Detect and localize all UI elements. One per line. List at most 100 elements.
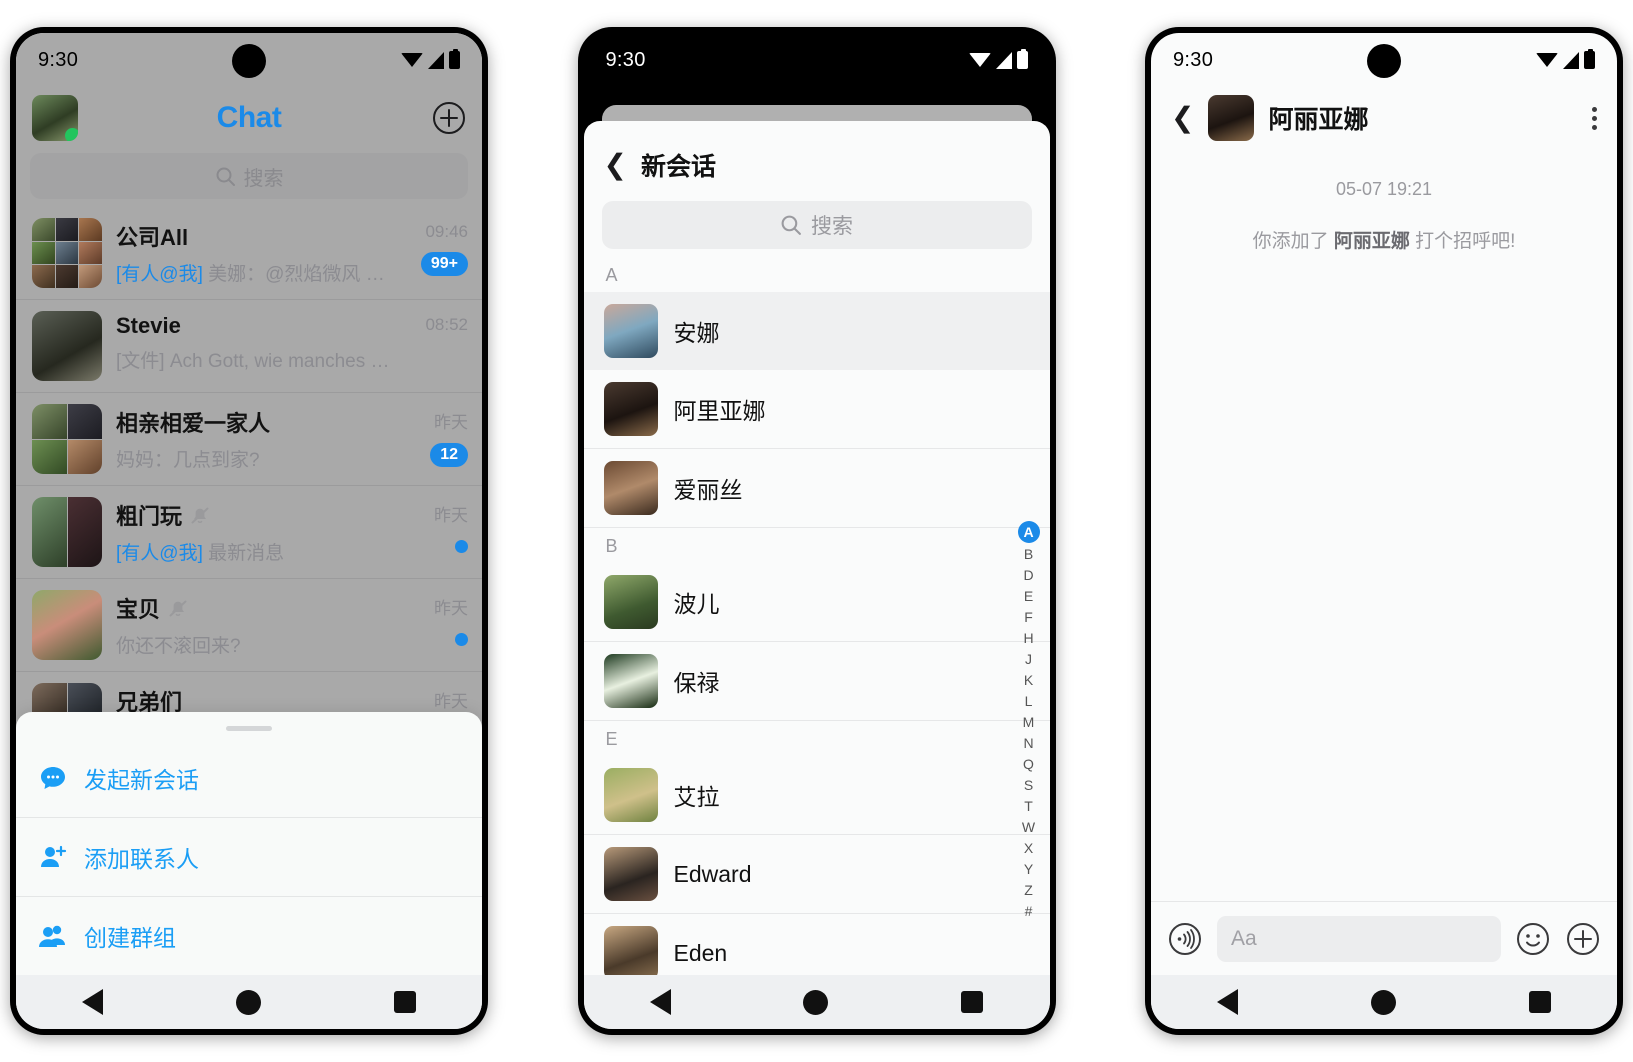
index-letter[interactable]: J <box>1018 650 1040 669</box>
chat-meta: 昨天 <box>410 497 468 558</box>
index-letter[interactable]: W <box>1018 818 1040 837</box>
wifi-icon <box>401 53 423 67</box>
sheet-item-new-chat[interactable]: 发起新会话 <box>16 739 482 817</box>
home-circle-icon[interactable] <box>235 989 261 1015</box>
kebab-menu-icon[interactable] <box>1592 106 1597 130</box>
contact-list-item[interactable]: 波儿 <box>583 563 1050 642</box>
group-avatar <box>32 218 102 288</box>
contact-list-item[interactable]: Edward <box>583 835 1050 914</box>
phone-new-conversation: 9:30 ❮ 新会话 搜索 A 安娜 阿里亚娜 爱丽丝 B 波儿 保禄 E 艾拉… <box>577 27 1056 1035</box>
cellular-icon <box>1563 51 1579 69</box>
avatar[interactable] <box>32 95 78 141</box>
camera-punch-hole <box>232 44 266 78</box>
contact-list-item[interactable]: 艾拉 <box>583 756 1050 835</box>
mute-bell-icon <box>169 600 187 617</box>
index-letter-active[interactable]: A <box>1017 521 1040 543</box>
emoji-smiley-icon[interactable] <box>1515 921 1551 957</box>
status-clock: 9:30 <box>605 48 646 71</box>
chat-name-text: 粗门玩 <box>116 504 183 529</box>
contact-avatar[interactable] <box>1208 95 1255 141</box>
index-letter[interactable]: K <box>1018 671 1040 690</box>
status-icons <box>968 49 1028 69</box>
home-circle-icon[interactable] <box>1370 989 1396 1015</box>
android-nav-bar <box>16 975 482 1029</box>
index-letter[interactable]: F <box>1018 608 1040 627</box>
add-button[interactable] <box>432 101 466 135</box>
wifi-icon <box>968 53 991 67</box>
contact-avatar <box>32 590 102 660</box>
index-letter[interactable]: D <box>1018 566 1040 585</box>
index-letter[interactable]: T <box>1018 797 1040 816</box>
chat-time: 08:52 <box>425 315 468 334</box>
sheet-item-create-group[interactable]: 创建群组 <box>16 896 482 975</box>
chat-list-item[interactable]: 相亲相爱一家人 妈妈：几点到家? 昨天 12 <box>16 392 482 485</box>
chat-list-item[interactable]: 粗门玩 [有人@我] 最新消息 昨天 <box>16 485 482 578</box>
back-triangle-icon[interactable] <box>1217 989 1239 1015</box>
back-triangle-icon[interactable] <box>82 989 104 1015</box>
index-letter[interactable]: B <box>1018 545 1040 564</box>
alphabet-index-scrubber[interactable]: A B D E F H J K L M N Q S T W X Y Z # <box>1017 521 1040 921</box>
unread-badge: 12 <box>430 443 468 467</box>
index-letter[interactable]: Z <box>1018 881 1040 900</box>
phone3-screen: 9:30 ❮ 阿丽亚娜 05-07 19:21 你添加了 阿丽亚娜 打个招呼吧!… <box>1151 33 1617 1029</box>
contact-name: 阿里亚娜 <box>673 398 766 424</box>
index-letter[interactable]: S <box>1018 776 1040 795</box>
contact-list-item[interactable]: 保禄 <box>583 642 1050 721</box>
chevron-left-icon[interactable]: ❮ <box>1171 104 1194 132</box>
index-letter[interactable]: E <box>1018 587 1040 606</box>
contact-name: 艾拉 <box>673 784 720 810</box>
message-timestamp: 05-07 19:21 <box>1335 179 1433 199</box>
sheet-item-label: 发起新会话 <box>84 767 199 793</box>
index-letter[interactable]: N <box>1018 734 1040 753</box>
chevron-left-icon[interactable]: ❮ <box>604 151 627 179</box>
back-triangle-icon[interactable] <box>649 989 671 1015</box>
chat-list-item[interactable]: Stevie [文件] Ach Gott, wie manches Herzel… <box>16 299 482 392</box>
contact-list-item[interactable]: 阿里亚娜 <box>583 370 1050 449</box>
status-bar: 9:30 <box>16 33 482 87</box>
message-composer: Aa <box>1151 901 1617 975</box>
contact-name: 波儿 <box>673 591 720 617</box>
chat-text-block: 相亲相爱一家人 妈妈：几点到家? <box>116 404 396 472</box>
index-letter[interactable]: L <box>1018 692 1040 711</box>
home-circle-icon[interactable] <box>803 989 829 1015</box>
preview-text: 最新消息 <box>208 543 285 564</box>
chat-preview: [有人@我] 美娜：@烈焰微风 今天能给... <box>116 259 396 286</box>
drag-handle[interactable] <box>226 726 272 731</box>
chat-text-block: 粗门玩 [有人@我] 最新消息 <box>116 497 396 565</box>
index-letter[interactable]: Y <box>1018 860 1040 879</box>
index-letter[interactable]: # <box>1018 902 1040 921</box>
chat-list-item[interactable]: 公司All [有人@我] 美娜：@烈焰微风 今天能给... 09:46 99+ <box>16 207 482 299</box>
system-message-prefix: 你添加了 <box>1252 231 1334 252</box>
message-input[interactable]: Aa <box>1217 915 1501 962</box>
contact-list-item[interactable]: 爱丽丝 <box>583 449 1050 528</box>
search-input[interactable]: 搜索 <box>30 153 468 199</box>
plus-circle-icon[interactable] <box>1565 921 1601 957</box>
recents-square-icon[interactable] <box>1528 991 1551 1013</box>
chat-time: 昨天 <box>434 599 468 618</box>
unread-dot <box>455 540 468 553</box>
contact-name: 爱丽丝 <box>673 477 743 503</box>
index-letter[interactable]: Q <box>1018 755 1040 774</box>
voice-wave-icon[interactable] <box>1167 921 1203 957</box>
section-header-b: B <box>605 536 618 556</box>
chat-meta: 昨天 <box>410 590 468 651</box>
index-letter[interactable]: X <box>1018 839 1040 858</box>
new-conversation-sheet: ❮ 新会话 搜索 A 安娜 阿里亚娜 爱丽丝 B 波儿 保禄 E 艾拉 Edwa… <box>583 121 1050 1029</box>
status-bar: 9:30 <box>1151 33 1617 87</box>
sheet-item-add-contact[interactable]: 添加联系人 <box>16 817 482 896</box>
recents-square-icon[interactable] <box>393 991 416 1013</box>
contact-avatar <box>603 768 658 822</box>
message-placeholder: Aa <box>1231 926 1257 950</box>
contact-list-item[interactable]: 安娜 <box>583 292 1050 370</box>
system-message-suffix: 打个招呼吧! <box>1409 231 1516 252</box>
index-letter[interactable]: M <box>1018 713 1040 732</box>
contact-name: Eden <box>673 939 728 966</box>
search-input[interactable]: 搜索 <box>601 201 1032 249</box>
index-letter[interactable]: H <box>1018 629 1040 648</box>
chat-name: 粗门玩 <box>116 499 396 531</box>
group-avatar <box>32 404 102 474</box>
chat-list-item[interactable]: 宝贝 你还不滚回来? 昨天 <box>16 578 482 671</box>
phone2-screen: 9:30 ❮ 新会话 搜索 A 安娜 阿里亚娜 爱丽丝 B 波儿 保禄 E 艾拉… <box>583 33 1050 1029</box>
recents-square-icon[interactable] <box>961 991 984 1013</box>
cellular-icon <box>428 51 444 69</box>
